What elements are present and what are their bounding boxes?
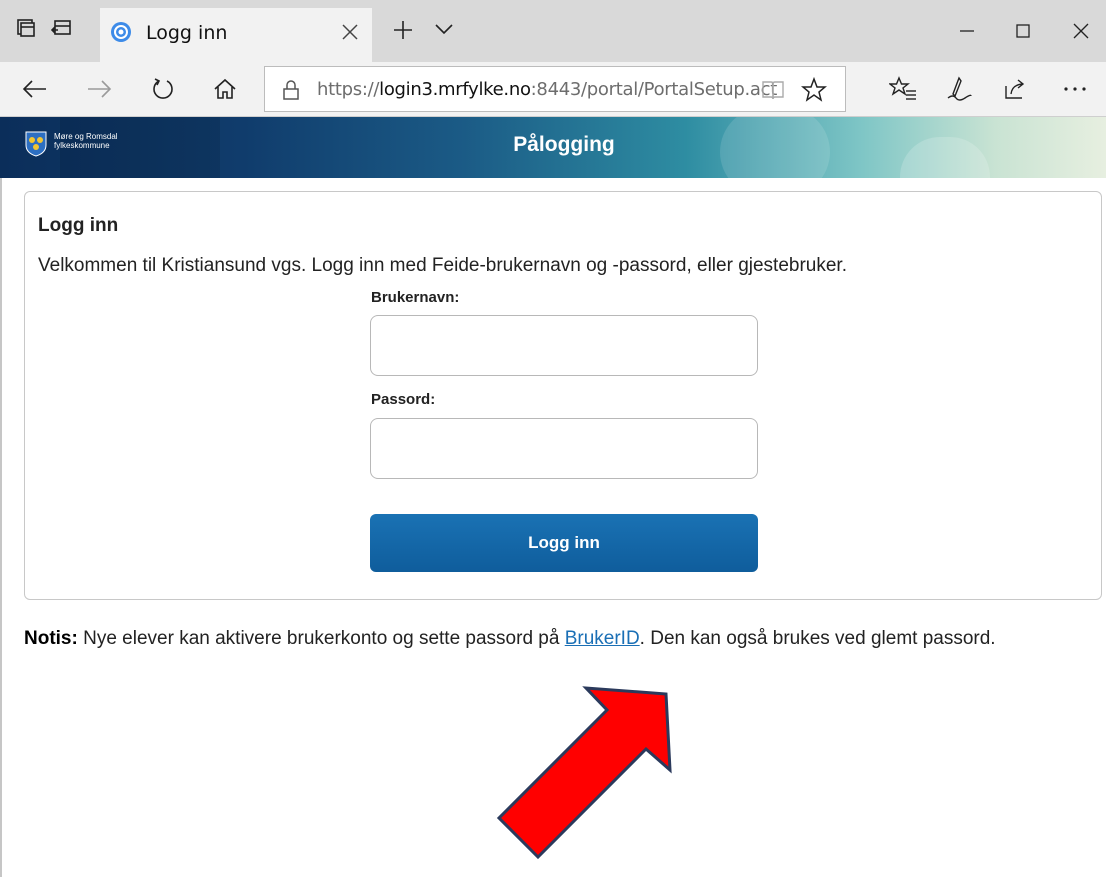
- brukerid-link[interactable]: BrukerID: [565, 628, 640, 649]
- web-note-pen-icon[interactable]: [944, 74, 974, 104]
- login-panel: Logg inn Velkommen til Kristiansund vgs.…: [24, 191, 1102, 600]
- more-options-icon[interactable]: [1060, 74, 1090, 104]
- notice-text: Notis: Nye elever kan aktivere brukerkon…: [24, 625, 1094, 652]
- chevron-down-icon[interactable]: [434, 22, 454, 36]
- maximize-icon[interactable]: [1010, 18, 1036, 44]
- back-arrow-icon[interactable]: [20, 74, 50, 104]
- login-heading: Logg inn: [38, 215, 119, 236]
- tab-actions-icon[interactable]: [14, 16, 38, 40]
- reading-view-icon[interactable]: [761, 79, 785, 101]
- share-icon[interactable]: [1000, 74, 1030, 104]
- edge-favicon-icon: [111, 22, 131, 42]
- notice-text-after: . Den kan også brukes ved glemt passord.: [639, 628, 996, 649]
- favorites-hub-icon[interactable]: [888, 74, 918, 104]
- new-tab-icon[interactable]: [392, 19, 414, 41]
- username-field[interactable]: [370, 315, 758, 376]
- lock-icon: [283, 80, 299, 100]
- favorite-star-icon[interactable]: [801, 77, 827, 103]
- forward-arrow-icon[interactable]: [84, 74, 114, 104]
- page-border: [0, 178, 2, 877]
- login-button[interactable]: Logg inn: [370, 514, 758, 572]
- tab-logg-inn[interactable]: Logg inn: [100, 8, 372, 62]
- notice-text-before: Nye elever kan aktivere brukerkonto og s…: [77, 628, 565, 649]
- password-field[interactable]: [370, 418, 758, 479]
- tab-title: Logg inn: [146, 22, 228, 44]
- close-tab-icon[interactable]: [340, 22, 360, 42]
- site-header: Møre og Romsdal fylkeskommune Pålogging: [0, 117, 1106, 178]
- minimize-icon[interactable]: [954, 18, 980, 44]
- notice-label: Notis:: [24, 628, 78, 649]
- home-icon[interactable]: [210, 74, 240, 104]
- refresh-icon[interactable]: [148, 74, 178, 104]
- welcome-text: Velkommen til Kristiansund vgs. Logg inn…: [38, 255, 847, 276]
- browser-tab-bar: Logg inn: [0, 0, 1106, 62]
- close-window-icon[interactable]: [1068, 18, 1094, 44]
- page-title: Pålogging: [513, 133, 615, 156]
- username-label: Brukernavn:: [371, 289, 460, 306]
- browser-nav-bar: https://login3.mrfylke.no:8443/portal/Po…: [0, 62, 1106, 117]
- set-tabs-aside-icon[interactable]: [50, 16, 74, 40]
- address-bar[interactable]: https://login3.mrfylke.no:8443/portal/Po…: [264, 66, 846, 112]
- address-url[interactable]: https://login3.mrfylke.no:8443/portal/Po…: [317, 79, 787, 100]
- password-label: Passord:: [371, 391, 436, 408]
